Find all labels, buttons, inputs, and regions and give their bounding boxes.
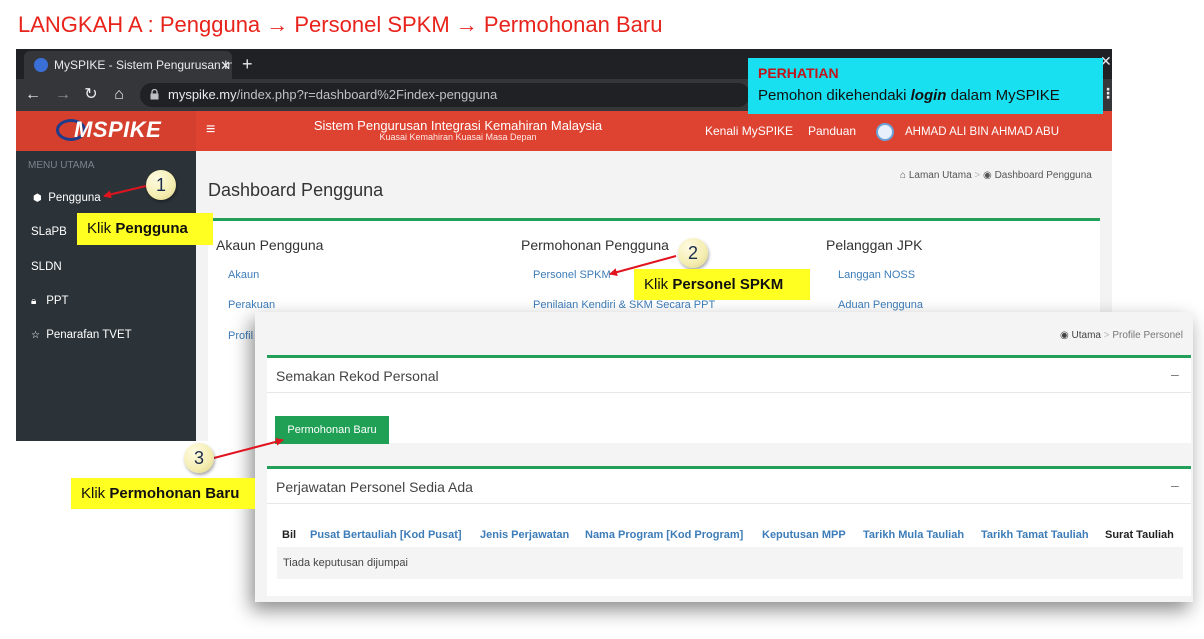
sidebar-item-ppt[interactable]: 🔒︎ PPT: [31, 295, 69, 307]
sidebar-item-label: Pengguna: [48, 192, 101, 204]
table-header-nama-program[interactable]: Nama Program [Kod Program]: [585, 529, 743, 541]
panel-title: Perjawatan Personel Sedia Ada: [276, 479, 473, 495]
link-personel-spkm[interactable]: Personel SPKM: [533, 269, 611, 281]
column-heading-permohonan: Permohonan Pengguna: [521, 237, 669, 253]
sidebar-item-label: PPT: [46, 295, 69, 307]
column-heading-akaun: Akaun Pengguna: [216, 237, 324, 253]
column-heading-pelanggan: Pelanggan JPK: [826, 237, 923, 253]
url-input[interactable]: myspike.my/index.php?r=dashboard%2Findex…: [140, 83, 750, 107]
link-akaun[interactable]: Akaun: [228, 269, 259, 281]
sidebar-item-label: Penarafan TVET: [46, 329, 132, 341]
callout-klik-permohonan-baru: Klik Permohonan Baru: [71, 478, 255, 509]
table-empty-row: Tiada keputusan dijumpai: [277, 547, 1183, 579]
minimize-icon[interactable]: –: [1171, 366, 1179, 382]
sidebar-item-label: SLDN: [31, 261, 62, 273]
breadcrumb-home[interactable]: Laman Utama: [909, 170, 972, 181]
site-favicon-icon: [34, 58, 48, 72]
sidebar-item-penarafan-tvet[interactable]: ☆ Penarafan TVET: [31, 329, 132, 341]
lock-icon: [150, 89, 159, 100]
minimize-icon[interactable]: –: [1171, 477, 1179, 493]
site-subtitle: Kuasai Kemahiran Kuasai Masa Depan: [379, 132, 537, 142]
notice-text: Pemohon dikehendaki login dalam MySPIKE: [758, 87, 1060, 104]
new-tab-icon[interactable]: +: [242, 51, 253, 77]
table-header-bil: Bil: [282, 529, 297, 541]
callout-klik-pengguna: Klik Pengguna: [77, 213, 213, 245]
nav-panduan[interactable]: Panduan: [808, 124, 856, 138]
nav-kenali-myspike[interactable]: Kenali MySPIKE: [705, 124, 793, 138]
site-title: Sistem Pengurusan Integrasi Kemahiran Ma…: [313, 118, 603, 133]
table-header-tarikh-mula[interactable]: Tarikh Mula Tauliah: [863, 529, 964, 541]
lock-icon: 🔒︎: [31, 296, 37, 307]
breadcrumb-current: Dashboard Pengguna: [994, 170, 1092, 181]
step-badge-1: 1: [146, 170, 176, 200]
url-domain: myspike.my: [168, 87, 237, 102]
profile-breadcrumb: ◉ Utama > Profile Personel: [1060, 330, 1183, 341]
dashboard-icon: ◉: [983, 170, 992, 181]
sidebar-item-slapb[interactable]: SLaPB: [31, 226, 67, 238]
link-profil[interactable]: Profil: [228, 330, 253, 342]
tab-title: MySPIKE - Sistem Pengurusan Int: [54, 58, 232, 72]
back-icon[interactable]: ←: [22, 79, 44, 111]
link-langgan-noss[interactable]: Langgan NOSS: [838, 269, 915, 281]
home-icon: ⌂: [900, 170, 907, 181]
hamburger-icon[interactable]: ≡: [206, 121, 215, 139]
star-icon: ☆: [31, 330, 40, 341]
table-header-pusat[interactable]: Pusat Bertauliah [Kod Pusat]: [310, 529, 462, 541]
reload-icon[interactable]: ↻: [80, 79, 102, 111]
sidebar-item-sldn[interactable]: SLDN: [31, 261, 62, 273]
panel-semakan-rekod: Semakan Rekod Personal – Permohonan Baru: [267, 355, 1191, 444]
user-icon: ⬢: [33, 193, 42, 204]
page-title: Dashboard Pengguna: [208, 180, 384, 200]
table-header-keputusan[interactable]: Keputusan MPP: [762, 529, 846, 541]
breadcrumb-home[interactable]: Utama: [1072, 330, 1101, 341]
sidebar-item-label: SLaPB: [31, 226, 67, 238]
avatar[interactable]: [876, 123, 894, 141]
breadcrumb-current: Profile Personel: [1112, 330, 1183, 341]
step-badge-2: 2: [678, 238, 708, 268]
link-perakuan[interactable]: Perakuan: [228, 299, 275, 311]
page-heading: LANGKAH A : Pengguna → Personel SPKM → P…: [18, 12, 663, 37]
profile-personel-window: ◉ Utama > Profile Personel Semakan Rekod…: [255, 312, 1193, 602]
notice-box: PERHATIAN Pemohon dikehendaki login dala…: [748, 58, 1103, 114]
table-header-jenis[interactable]: Jenis Perjawatan: [480, 529, 569, 541]
notice-emphasis: login: [910, 87, 947, 104]
browser-tab[interactable]: MySPIKE - Sistem Pengurusan Int ✕: [24, 51, 232, 79]
url-path: /index.php?r=dashboard%2Findex-pengguna: [236, 87, 498, 102]
panel-perjawatan: Perjawatan Personel Sedia Ada – Bil Pusa…: [267, 466, 1191, 596]
user-name[interactable]: AHMAD ALI BIN AHMAD ABU: [905, 126, 1059, 138]
step-badge-3: 3: [184, 443, 214, 473]
notice-heading: PERHATIAN: [758, 65, 839, 81]
panel-title: Semakan Rekod Personal: [276, 368, 439, 384]
breadcrumb: ⌂ Laman Utama > ◉ Dashboard Pengguna: [900, 170, 1092, 181]
table-header-surat: Surat Tauliah: [1105, 529, 1174, 541]
dashboard-icon: ◉: [1060, 330, 1069, 341]
sidebar-menu-label: MENU UTAMA: [28, 160, 95, 171]
home-icon[interactable]: ⌂: [108, 79, 130, 111]
callout-klik-personel-spkm: Klik Personel SPKM: [634, 269, 810, 300]
link-aduan-pengguna[interactable]: Aduan Pengguna: [838, 299, 923, 311]
app-logo[interactable]: MSPIKE: [74, 117, 161, 143]
tab-close-icon[interactable]: ✕: [220, 53, 232, 79]
table-header-tarikh-tamat[interactable]: Tarikh Tamat Tauliah: [981, 529, 1089, 541]
permohonan-baru-button[interactable]: Permohonan Baru: [275, 416, 389, 444]
forward-icon[interactable]: →: [52, 79, 74, 111]
sidebar-item-pengguna[interactable]: ⬢ Pengguna: [33, 192, 101, 204]
link-penilaian-kendiri[interactable]: Penilaian Kendiri & SKM Secara PPT: [533, 299, 715, 311]
